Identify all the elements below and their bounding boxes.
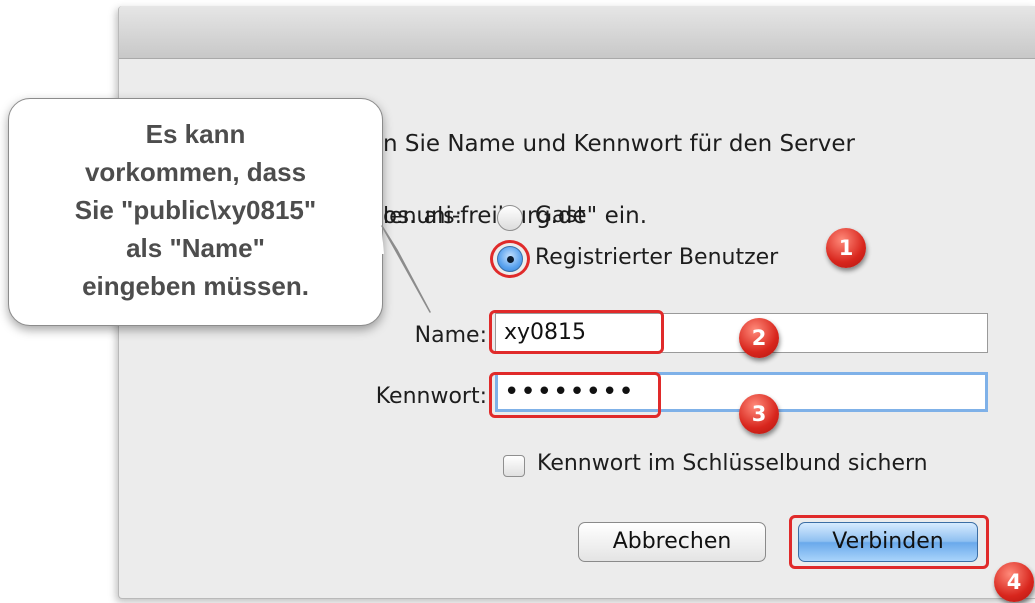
prompt-line-2: os.uni-freiburg.de" ein.: [383, 203, 648, 229]
hint-text: Es kann vorkommen, dass Sie "public\xy08…: [74, 119, 317, 301]
keychain-label[interactable]: Kennwort im Schlüsselbund sichern: [537, 451, 928, 476]
step-marker-3: 3: [739, 394, 779, 434]
name-label: Name:: [414, 323, 487, 348]
connect-as-label: len als:: [383, 204, 463, 229]
radio-guest-label[interactable]: Gast: [535, 203, 586, 228]
password-label: Kennwort:: [375, 384, 487, 409]
step-marker-2: 2: [739, 318, 779, 358]
highlight-radio-registered: [490, 240, 530, 278]
highlight-connect-button: [789, 515, 989, 569]
highlight-name-field: [489, 310, 664, 354]
keychain-checkbox[interactable]: [503, 455, 525, 477]
step-marker-1: 1: [826, 228, 866, 268]
radio-guest[interactable]: [497, 205, 523, 231]
hint-speech-bubble: Es kann vorkommen, dass Sie "public\xy08…: [8, 98, 383, 326]
radio-registered-label[interactable]: Registrierter Benutzer: [535, 245, 778, 270]
highlight-password-field: [489, 372, 661, 418]
cancel-button[interactable]: Abbrechen: [578, 522, 766, 562]
dialog-titlebar[interactable]: [119, 6, 1035, 59]
prompt-line-1: n Sie Name und Kennwort für den Server: [383, 131, 855, 157]
dialog-prompt: n Sie Name und Kennwort für den Server o…: [383, 90, 1023, 270]
step-marker-4: 4: [994, 562, 1034, 602]
